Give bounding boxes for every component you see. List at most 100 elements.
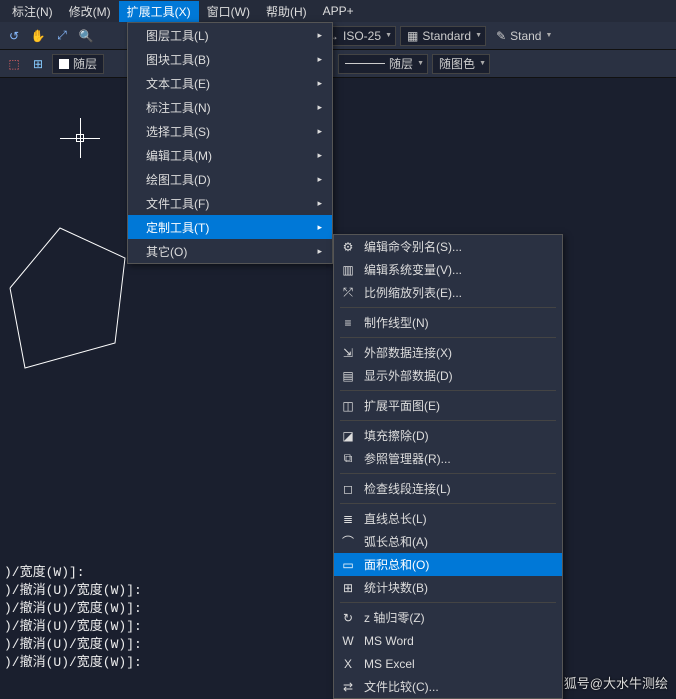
submenu-item-icon: ⊞ [340,580,356,596]
menu-item[interactable]: 其它(O)▸ [128,239,332,263]
submenu-arrow-icon: ▸ [317,102,322,113]
submenu-item-label: 编辑系统变量(V)... [364,261,462,278]
submenu-arrow-icon: ▸ [317,30,322,41]
menu-separator [340,503,556,504]
textstyle-icon: ▦ [407,29,418,43]
submenu-item[interactable]: ▥ 编辑系统变量(V)... [334,258,562,281]
submenu-item-label: 比例缩放列表(E)... [364,284,462,301]
submenu-item-label: 弧长总和(A) [364,533,428,550]
layer-name: 随层 [73,55,97,72]
extra-dropdown[interactable]: ✎ Stand [490,26,555,46]
textstyle-value: Standard [422,29,471,43]
menu-item-label: 定制工具(T) [146,219,209,236]
menubar-item[interactable]: 修改(M) [61,1,119,22]
submenu-item[interactable]: ↻z 轴归零(Z) [334,606,562,629]
menu-item-label: 绘图工具(D) [146,171,211,188]
textstyle-dropdown[interactable]: ▦ Standard [400,26,486,46]
menubar-item[interactable]: 标注(N) [4,1,61,22]
watermark-text: 搜狐号@大水牛测绘 [551,673,668,692]
submenu-item-icon: ⧉ [340,451,356,467]
menu-item[interactable]: 文件工具(F)▸ [128,191,332,215]
command-line: )/撤消(U)/宽度(W)]: [4,636,142,654]
submenu-item-icon: ◫ [340,398,356,414]
command-line: )/撤消(U)/宽度(W)]: [4,654,142,672]
crosshair-cursor [60,118,100,158]
submenu-item-icon: ⚙ [340,239,356,255]
submenu-item-label: 面积总和(O) [364,556,429,573]
submenu-item[interactable]: ⊞ 统计块数(B) [334,576,562,599]
submenu-arrow-icon: ▸ [317,174,322,185]
command-log: )/宽度(W)]:)/撤消(U)/宽度(W)]:)/撤消(U)/宽度(W)]:)… [0,560,146,676]
submenu-item-icon: X [340,656,356,672]
menu-item[interactable]: 文本工具(E)▸ [128,71,332,95]
submenu-item-icon: ▭ [340,557,356,573]
menu-item-label: 图块工具(B) [146,51,210,68]
menubar-item[interactable]: 窗口(W) [199,1,258,22]
submenu-item[interactable]: XMS Excel [334,652,562,675]
submenu-item-icon: ◻ [340,481,356,497]
submenu-item[interactable]: ◪填充擦除(D) [334,424,562,447]
submenu-item-label: 文件比较(C)... [364,678,439,695]
command-line: )/宽度(W)]: [4,564,142,582]
color-dropdown[interactable]: 随图色 [432,54,490,74]
submenu-item-label: MS Word [364,634,414,648]
line-swatch [345,63,385,64]
layer-dropdown[interactable]: 随层 [52,54,104,74]
extra-icon: ✎ [496,29,506,43]
submenu-item[interactable]: ≡制作线型(N) [334,311,562,334]
menu-item[interactable]: 定制工具(T) ▸ [128,215,332,239]
submenu-item[interactable]: ⧉参照管理器(R)... [334,447,562,470]
submenu-item-label: 统计块数(B) [364,579,428,596]
command-line: )/撤消(U)/宽度(W)]: [4,618,142,636]
submenu-item[interactable]: ▭ 面积总和(O) [334,553,562,576]
submenu-item-icon: ≡ [340,315,356,331]
dimstyle-value: ISO-25 [343,29,381,43]
submenu-item-label: 扩展平面图(E) [364,397,440,414]
submenu-item[interactable]: ◻ 检查线段连接(L) [334,477,562,500]
custom-tools-submenu: ⚙编辑命令别名(S)... ▥ 编辑系统变量(V)... ⤱比例缩放列表(E)... ≡… [333,234,563,699]
menubar: 标注(N)修改(M)扩展工具(X)窗口(W)帮助(H)APP+ [0,0,676,22]
menu-item-label: 其它(O) [146,243,187,260]
submenu-item[interactable]: ⇲外部数据连接(X) [334,341,562,364]
layer-icon-2[interactable]: ⊞ [28,54,48,74]
menu-item[interactable]: 图层工具(L)▸ [128,23,332,47]
menu-item-label: 选择工具(S) [146,123,210,140]
menubar-item[interactable]: 帮助(H) [258,1,315,22]
menu-item-label: 文件工具(F) [146,195,209,212]
zoom-window-icon[interactable]: 🔍 [76,26,96,46]
menu-item[interactable]: 图块工具(B) ▸ [128,47,332,71]
zoom-extents-icon[interactable]: ⤢ [52,26,72,46]
tool-icon[interactable]: ↺ [4,26,24,46]
submenu-item[interactable]: ⌒弧长总和(A) [334,530,562,553]
submenu-item[interactable]: ◫ 扩展平面图(E) [334,394,562,417]
submenu-item[interactable]: ▤显示外部数据(D) [334,364,562,387]
submenu-item[interactable]: ⇄ 文件比较(C)... [334,675,562,698]
submenu-item-icon: ⇄ [340,679,356,695]
menu-item[interactable]: 绘图工具(D) ▸ [128,167,332,191]
extra-value: Stand [510,29,541,43]
linetype-dropdown[interactable]: 随层 [338,54,428,74]
pan-icon[interactable]: ✋ [28,26,48,46]
submenu-item-label: 显示外部数据(D) [364,367,453,384]
submenu-item-label: 检查线段连接(L) [364,480,451,497]
submenu-item[interactable]: ⤱比例缩放列表(E)... [334,281,562,304]
menubar-item[interactable]: APP+ [315,2,362,20]
submenu-item[interactable]: ⚙编辑命令别名(S)... [334,235,562,258]
submenu-arrow-icon: ▸ [317,54,322,65]
layer-props-icon[interactable]: ⬚ [4,54,24,74]
menu-item[interactable]: 标注工具(N)▸ [128,95,332,119]
toolbar-layer: ⬚ ⊞ 随层 随层 随图色 [0,50,676,78]
submenu-item-icon: ↻ [340,610,356,626]
color-value: 随图色 [439,55,475,72]
submenu-item-icon: ≣ [340,511,356,527]
submenu-arrow-icon: ▸ [317,150,322,161]
submenu-item-label: 外部数据连接(X) [364,344,452,361]
toolbar-top: ↺ ✋ ⤢ 🔍 ↔ ISO-25 ▦ Standard ✎ Stand [0,22,676,50]
submenu-item[interactable]: WMS Word [334,629,562,652]
menubar-item[interactable]: 扩展工具(X) [119,1,199,22]
menu-item[interactable]: 选择工具(S)▸ [128,119,332,143]
submenu-item-icon: ▥ [340,262,356,278]
menu-item[interactable]: 编辑工具(M)▸ [128,143,332,167]
submenu-arrow-icon: ▸ [317,222,322,233]
submenu-item[interactable]: ≣直线总长(L) [334,507,562,530]
